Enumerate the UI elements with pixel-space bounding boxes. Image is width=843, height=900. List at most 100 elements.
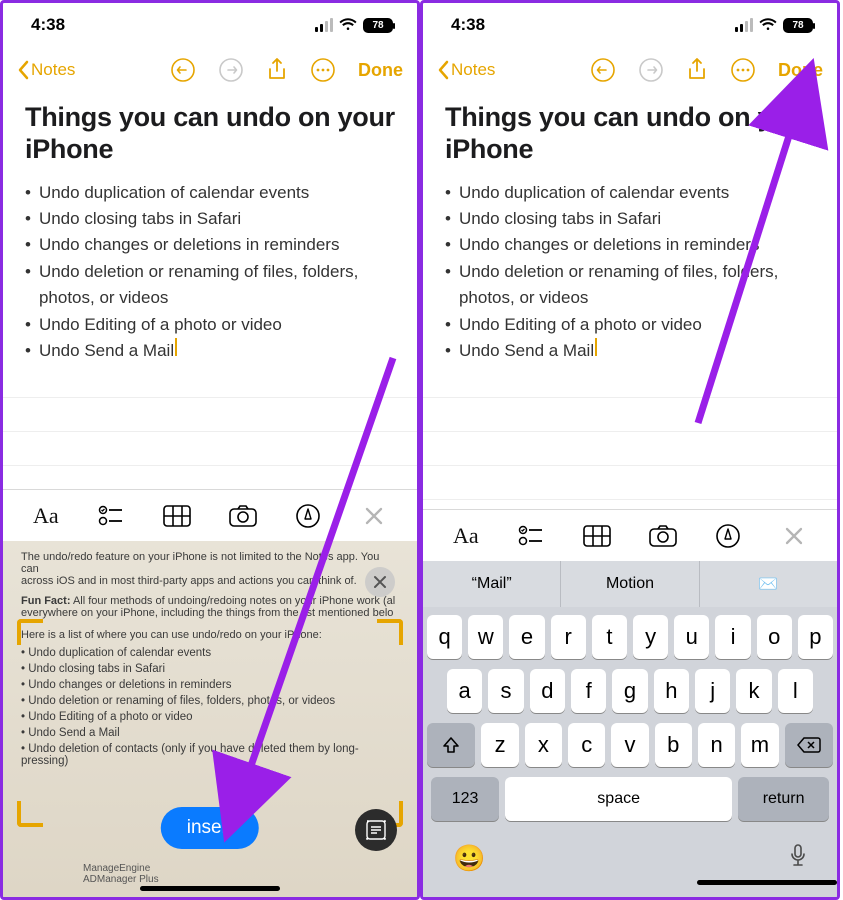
undo-button[interactable] bbox=[590, 57, 616, 83]
close-toolbar-button[interactable] bbox=[359, 501, 389, 531]
shift-key[interactable] bbox=[427, 723, 475, 767]
status-time: 4:38 bbox=[31, 15, 65, 35]
markup-button[interactable] bbox=[713, 521, 743, 551]
numbers-key[interactable]: 123 bbox=[431, 777, 499, 821]
text-format-button[interactable]: Aa bbox=[451, 521, 481, 551]
right-phone: 4:38 78 Notes Done Things you can undo o… bbox=[420, 0, 840, 900]
note-body[interactable]: Things you can undo on your iPhone Undo … bbox=[3, 93, 417, 364]
note-title: Things you can undo on your iPhone bbox=[25, 101, 395, 166]
key-p[interactable]: p bbox=[798, 615, 833, 659]
key-o[interactable]: o bbox=[757, 615, 792, 659]
key-g[interactable]: g bbox=[612, 669, 647, 713]
key-d[interactable]: d bbox=[530, 669, 565, 713]
battery-icon: 78 bbox=[363, 18, 393, 33]
space-key[interactable]: space bbox=[505, 777, 732, 821]
note-bullets: Undo duplication of calendar events Undo… bbox=[445, 180, 815, 364]
format-toolbar: Aa bbox=[423, 509, 837, 561]
more-button[interactable] bbox=[730, 57, 756, 83]
table-button[interactable] bbox=[162, 501, 192, 531]
home-indicator[interactable] bbox=[140, 886, 280, 891]
keyboard: “Mail” Motion ✉️ q w e r t y u i o p a s… bbox=[423, 561, 837, 897]
key-f[interactable]: f bbox=[571, 669, 606, 713]
key-l[interactable]: l bbox=[778, 669, 813, 713]
text-format-button[interactable]: Aa bbox=[31, 501, 61, 531]
key-n[interactable]: n bbox=[698, 723, 735, 767]
note-title: Things you can undo on your iPhone bbox=[445, 101, 815, 166]
share-button[interactable] bbox=[266, 57, 288, 83]
keyboard-footer: 😀 bbox=[423, 831, 837, 886]
status-bar: 4:38 78 bbox=[423, 3, 837, 47]
status-bar: 4:38 78 bbox=[3, 3, 417, 47]
format-toolbar: Aa bbox=[3, 489, 417, 541]
dictation-button[interactable] bbox=[789, 843, 807, 876]
checklist-button[interactable] bbox=[96, 501, 126, 531]
scan-corner-icon bbox=[17, 801, 43, 827]
cellular-icon bbox=[735, 18, 753, 32]
delete-key[interactable] bbox=[785, 723, 833, 767]
key-s[interactable]: s bbox=[488, 669, 523, 713]
key-e[interactable]: e bbox=[509, 615, 544, 659]
close-toolbar-button[interactable] bbox=[779, 521, 809, 551]
markup-button[interactable] bbox=[293, 501, 323, 531]
key-i[interactable]: i bbox=[715, 615, 750, 659]
note-bullets: Undo duplication of calendar events Undo… bbox=[25, 180, 395, 364]
undo-button[interactable] bbox=[170, 57, 196, 83]
nav-bar: Notes Done bbox=[3, 47, 417, 93]
key-q[interactable]: q bbox=[427, 615, 462, 659]
keyboard-row-2: a s d f g h j k l bbox=[427, 669, 833, 713]
keyboard-row-3: z x c v b n m bbox=[427, 723, 833, 767]
scan-corner-icon bbox=[377, 619, 403, 645]
key-t[interactable]: t bbox=[592, 615, 627, 659]
emoji-button[interactable]: 😀 bbox=[453, 843, 485, 876]
key-c[interactable]: c bbox=[568, 723, 605, 767]
back-button[interactable]: Notes bbox=[437, 60, 495, 80]
key-v[interactable]: v bbox=[611, 723, 648, 767]
key-y[interactable]: y bbox=[633, 615, 668, 659]
cellular-icon bbox=[315, 18, 333, 32]
key-z[interactable]: z bbox=[481, 723, 518, 767]
checklist-button[interactable] bbox=[516, 521, 546, 551]
more-button[interactable] bbox=[310, 57, 336, 83]
live-text-button[interactable] bbox=[355, 809, 397, 851]
wifi-icon bbox=[339, 18, 357, 32]
key-w[interactable]: w bbox=[468, 615, 503, 659]
key-r[interactable]: r bbox=[551, 615, 586, 659]
key-u[interactable]: u bbox=[674, 615, 709, 659]
suggestion-1[interactable]: “Mail” bbox=[423, 561, 561, 607]
redo-button bbox=[638, 57, 664, 83]
key-j[interactable]: j bbox=[695, 669, 730, 713]
suggestion-3[interactable]: ✉️ bbox=[700, 561, 837, 607]
text-cursor bbox=[175, 338, 177, 356]
note-lines[interactable] bbox=[423, 364, 837, 509]
key-m[interactable]: m bbox=[741, 723, 778, 767]
camera-button[interactable] bbox=[648, 521, 678, 551]
note-body[interactable]: Things you can undo on your iPhone Undo … bbox=[423, 93, 837, 364]
share-button[interactable] bbox=[686, 57, 708, 83]
home-indicator[interactable] bbox=[697, 880, 837, 885]
back-button[interactable]: Notes bbox=[17, 60, 75, 80]
note-lines[interactable] bbox=[3, 364, 417, 489]
key-a[interactable]: a bbox=[447, 669, 482, 713]
redo-button bbox=[218, 57, 244, 83]
back-label: Notes bbox=[31, 60, 75, 80]
mail-icon: ✉️ bbox=[758, 574, 778, 594]
table-button[interactable] bbox=[582, 521, 612, 551]
suggestion-bar: “Mail” Motion ✉️ bbox=[423, 561, 837, 607]
done-button[interactable]: Done bbox=[358, 60, 403, 81]
keyboard-row-4: 123 space return bbox=[427, 777, 833, 827]
keyboard-row-1: q w e r t y u i o p bbox=[427, 615, 833, 659]
battery-icon: 78 bbox=[783, 18, 813, 33]
done-button[interactable]: Done bbox=[778, 60, 823, 81]
key-x[interactable]: x bbox=[525, 723, 562, 767]
return-key[interactable]: return bbox=[738, 777, 829, 821]
key-k[interactable]: k bbox=[736, 669, 771, 713]
key-b[interactable]: b bbox=[655, 723, 692, 767]
nav-bar: Notes Done bbox=[423, 47, 837, 93]
wifi-icon bbox=[759, 18, 777, 32]
camera-button[interactable] bbox=[228, 501, 258, 531]
live-text-scanner: The undo/redo feature on your iPhone is … bbox=[3, 541, 417, 897]
insert-button[interactable]: insert bbox=[161, 807, 259, 849]
close-scanner-button[interactable] bbox=[365, 567, 395, 597]
suggestion-2[interactable]: Motion bbox=[561, 561, 699, 607]
key-h[interactable]: h bbox=[654, 669, 689, 713]
